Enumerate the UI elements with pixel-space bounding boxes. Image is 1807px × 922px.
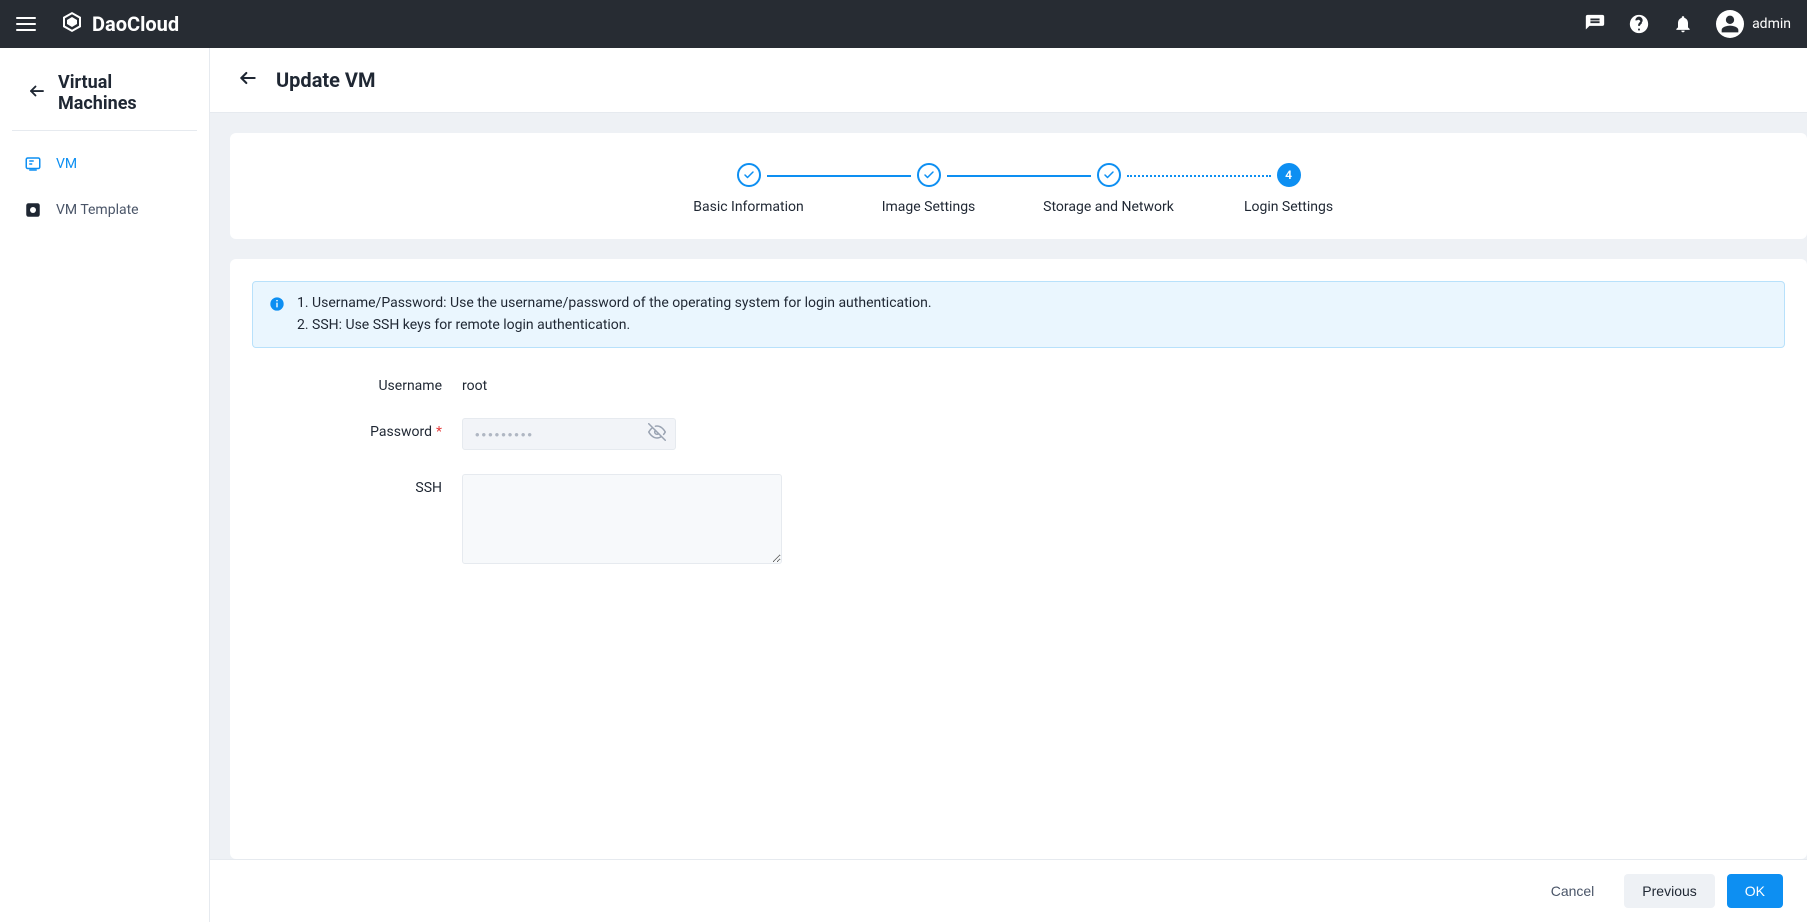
info-banner: 1. Username/Password: Use the username/p… [252,281,1785,348]
step-label: Storage and Network [1043,199,1174,215]
password-label: Password* [312,418,462,440]
brand[interactable]: DaoCloud [60,10,179,39]
menu-toggle-icon[interactable] [16,17,36,31]
sidebar-item-vm-template[interactable]: VM Template [0,187,209,233]
step-label: Basic Information [693,199,804,215]
step-storage-network[interactable]: Storage and Network [1019,163,1199,215]
step-image-settings[interactable]: Image Settings [839,163,1019,215]
step-label: Image Settings [882,199,976,215]
check-icon [737,163,761,187]
step-basic-information[interactable]: Basic Information [659,163,839,215]
page-header: Update VM [210,48,1807,113]
info-line-2: 2. SSH: Use SSH keys for remote login au… [297,316,932,336]
vm-icon [24,155,42,173]
info-line-1: 1. Username/Password: Use the username/p… [297,294,932,314]
cancel-button[interactable]: Cancel [1533,874,1613,908]
brand-logo-icon [60,10,84,39]
check-icon [1097,163,1121,187]
page-back-icon[interactable] [238,68,258,92]
ok-button[interactable]: OK [1727,874,1783,908]
messages-icon[interactable] [1584,13,1606,35]
username-value: root [462,372,487,394]
user-menu[interactable]: admin [1716,10,1791,38]
sidebar-item-label: VM Template [56,202,139,218]
password-input[interactable] [462,418,676,450]
step-login-settings[interactable]: 4 Login Settings [1199,163,1379,215]
ssh-textarea[interactable] [462,474,782,564]
user-avatar-icon [1716,10,1744,38]
sidebar-item-vm[interactable]: VM [0,141,209,187]
username-label: Username [312,372,462,394]
footer: Cancel Previous OK [210,859,1807,922]
arrow-left-icon [28,82,46,105]
step-number: 4 [1277,163,1301,187]
stepper: Basic Information Image Settings [230,133,1807,239]
topbar: DaoCloud admin [0,0,1807,48]
info-icon [269,296,285,335]
sidebar-item-label: VM [56,156,77,172]
user-name: admin [1752,16,1791,32]
step-label: Login Settings [1244,199,1333,215]
brand-name: DaoCloud [92,12,179,36]
form-card: 1. Username/Password: Use the username/p… [230,259,1807,859]
eye-off-icon[interactable] [648,423,666,445]
notifications-icon[interactable] [1672,13,1694,35]
previous-button[interactable]: Previous [1624,874,1714,908]
page-title: Update VM [276,68,376,92]
sidebar-title: Virtual Machines [58,72,181,114]
ssh-label: SSH [312,474,462,496]
help-icon[interactable] [1628,13,1650,35]
check-icon [917,163,941,187]
sidebar: Virtual Machines VM VM Template [0,48,210,922]
sidebar-back[interactable]: Virtual Machines [12,64,197,131]
template-icon [24,201,42,219]
